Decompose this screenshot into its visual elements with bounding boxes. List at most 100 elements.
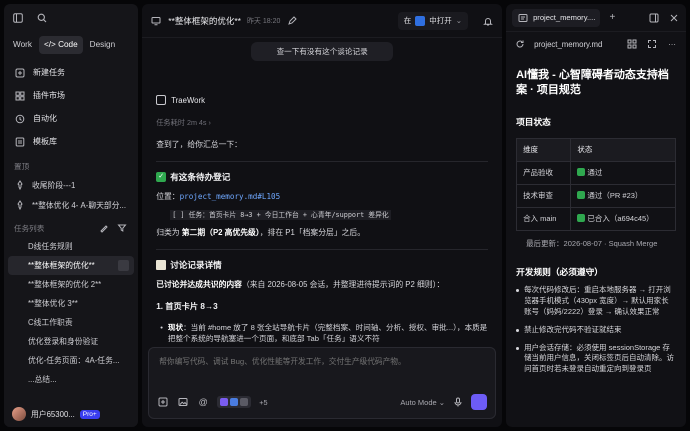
file-icon	[517, 12, 529, 24]
chevron-right-icon: ›	[208, 118, 211, 127]
edit-icon[interactable]	[286, 15, 298, 27]
composer: @ +5 Auto Mode ⌄	[148, 347, 497, 419]
open-in-prefix: 在	[403, 16, 412, 25]
rules-heading: 开发规则（必须遵守）	[516, 267, 603, 278]
nav-label: 插件市场	[33, 91, 65, 100]
expand-icon[interactable]	[646, 38, 658, 50]
task-item[interactable]: D线任务规则	[4, 237, 138, 256]
classify-suffix: ，排在 P1「档案分层」之后。	[259, 228, 366, 238]
divider	[156, 248, 489, 250]
more-icon[interactable]: ⋯	[666, 38, 678, 50]
location-link[interactable]: project_memory.md#L105	[180, 192, 281, 201]
table-cell: 技术审查	[516, 183, 572, 208]
table-header-row: 维度 状态	[516, 137, 677, 162]
chat-messages: 查一下有没有这个谈论记录 TraeWork 任务耗时 2m 4s › 查到了，给…	[142, 38, 502, 347]
table-header: 维度	[516, 137, 572, 162]
open-in-label: 中打开	[429, 16, 452, 25]
user-footer[interactable]: 用户65300... Pro+	[4, 401, 139, 427]
avatar	[12, 407, 26, 421]
mode-code[interactable]: </> Code	[38, 36, 83, 54]
table-row: 技术审查 通过（PR #23）	[516, 183, 677, 208]
bullet-label: 现状	[167, 323, 184, 333]
document-panel: project_memory.... + project_memory.md ⋯…	[506, 4, 686, 427]
microphone-icon[interactable]	[453, 397, 463, 407]
pinned-item[interactable]: 收尾阶段---1	[4, 175, 138, 195]
mode-work[interactable]: Work	[8, 36, 37, 54]
filter-icon[interactable]	[116, 222, 128, 234]
search-icon[interactable]	[36, 12, 48, 24]
nav-label: 新建任务	[33, 68, 65, 77]
toggle-sidebar-icon[interactable]	[12, 12, 24, 24]
pinned-header: 置顶	[4, 157, 138, 175]
bell-icon[interactable]	[482, 15, 494, 27]
clock-icon	[14, 113, 26, 125]
check-icon	[577, 214, 586, 223]
chevron-down-icon: ⌄	[455, 16, 463, 25]
file-name: project_memory.md	[534, 39, 603, 49]
open-in-button[interactable]: 在 中打开 ⌄	[397, 11, 469, 30]
cell-value: 通过	[587, 168, 603, 178]
reply-intro: 查到了，给你汇总一下：	[156, 140, 242, 149]
memo-icon	[156, 259, 167, 270]
refresh-icon[interactable]	[514, 38, 526, 50]
prompt-input[interactable]	[159, 357, 460, 366]
nav-automation[interactable]: 自动化	[4, 107, 138, 130]
grid-view-icon[interactable]	[626, 38, 638, 50]
nav-plugin-market[interactable]: 插件市场	[4, 84, 138, 107]
file-tab-label: project_memory....	[533, 13, 596, 22]
task-item[interactable]: 优化-任务页面：4A-任务...	[4, 351, 138, 370]
check-icon: ✓	[156, 171, 167, 182]
task-options-icon[interactable]	[118, 260, 130, 271]
nav-templates[interactable]: 模板库	[4, 130, 138, 153]
pin-icon	[14, 199, 26, 211]
section-title: 有这条待办登记	[170, 171, 231, 182]
mode-switcher: Work </> Code Design	[8, 36, 134, 54]
document-content: AI懂我 - 心智障碍者动态支持档案 · 项目规范 项目状态 维度 状态 产品验…	[506, 62, 686, 427]
tasks-label: 任务列表	[14, 223, 45, 233]
app-window: Work </> Code Design 新建任务 插件市场 自动化 模板库 置…	[0, 0, 690, 431]
add-tab-icon[interactable]: +	[606, 12, 618, 24]
file-tab[interactable]: project_memory....	[512, 8, 601, 27]
sidebar: Work </> Code Design 新建任务 插件市场 自动化 模板库 置…	[4, 4, 139, 427]
close-icon[interactable]	[668, 12, 680, 24]
task-item[interactable]: **整体框架的优化 2**	[4, 275, 138, 294]
section-heading: 讨论记录详情	[156, 259, 488, 271]
elapsed-time[interactable]: 任务耗时 2m 4s ›	[156, 118, 488, 128]
auto-mode-label: Auto Mode	[400, 397, 437, 407]
table-cell: 通过（PR #23）	[570, 183, 677, 208]
expand-icon[interactable]	[157, 396, 169, 408]
send-button[interactable]	[471, 394, 488, 410]
task-item[interactable]: 优化登录和身份验证	[4, 332, 138, 351]
divider	[156, 160, 489, 162]
task-item-active[interactable]: **整体框架的优化**	[8, 256, 135, 275]
mode-design[interactable]: Design	[85, 36, 121, 54]
split-view-icon[interactable]	[648, 12, 660, 24]
bullet-icon	[516, 328, 520, 332]
nav-label: 自动化	[33, 114, 57, 123]
doc-title: AI懂我 - 心智障碍者动态支持档案 · 项目规范	[516, 69, 669, 97]
table-cell: 通过	[570, 160, 677, 185]
nav-new-task[interactable]: 新建任务	[4, 61, 138, 84]
editor-app-icon	[415, 15, 426, 26]
table-header: 状态	[570, 137, 677, 162]
status-table: 维度 状态 产品验收 通过 技术审查 通过（PR #23） 合入 main 已合…	[516, 137, 677, 231]
clear-icon[interactable]	[98, 222, 110, 234]
at-icon[interactable]: @	[197, 396, 209, 408]
image-icon[interactable]	[177, 396, 189, 408]
context-chips[interactable]	[217, 396, 252, 408]
rule-item: 用户会话存储：必须使用 sessionStorage 存储当前用户信息，关闭标签…	[516, 343, 676, 376]
task-item[interactable]: **整体优化 3**	[4, 294, 138, 313]
auto-mode-select[interactable]: Auto Mode ⌄	[400, 398, 445, 407]
doc-chip-icon	[230, 398, 239, 406]
trae-logo-icon	[156, 95, 167, 105]
status-heading: 项目状态	[516, 116, 551, 127]
task-item[interactable]: C线工作职责	[4, 313, 138, 332]
task-item[interactable]: ...总结...	[4, 370, 138, 389]
todo-code-text: [ ] 任务：首页卡片 8→3 + 今日工作台 + 心青年/support 差异…	[170, 210, 391, 221]
location-prefix: 位置：	[156, 191, 180, 201]
bullet-text: ：当前 #home 放了 8 张全站导航卡片（完整档案、时间轴、分析、授权、审批…	[167, 323, 488, 344]
plugin-icon	[14, 90, 26, 102]
elapsed-label: 任务耗时 2m 4s	[156, 118, 207, 127]
section-title: 讨论记录详情	[170, 259, 222, 270]
pinned-item[interactable]: **整体优化 4- A-聊天部分...	[4, 195, 138, 215]
